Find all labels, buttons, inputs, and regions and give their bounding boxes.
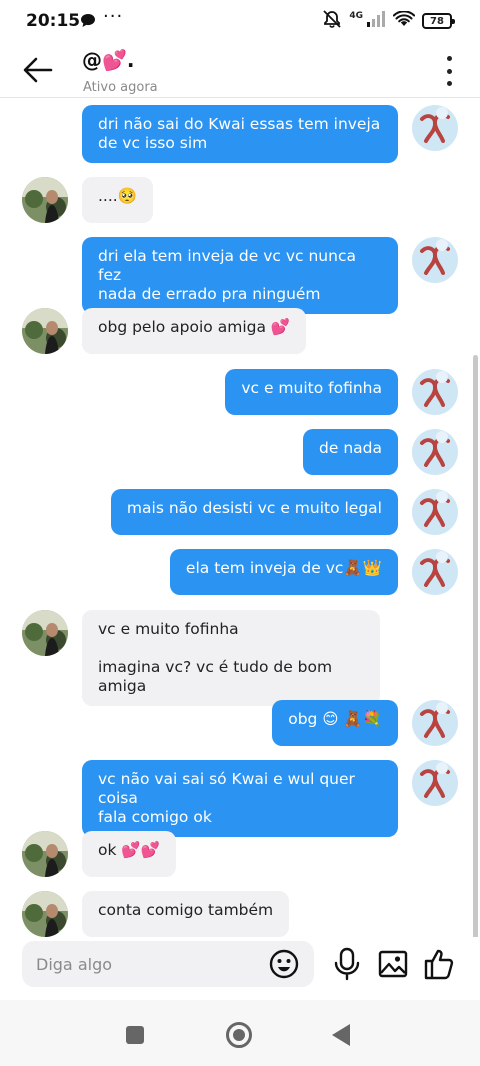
message-bubble[interactable]: vc e muito fofinha imagina vc? vc é tudo… [82,610,380,706]
microphone-icon[interactable] [330,946,364,982]
my-avatar[interactable] [412,760,458,806]
my-avatar[interactable] [412,105,458,151]
message-row: vc e muito fofinha imagina vc? vc é tudo… [0,610,480,706]
status-time: 20:15 [26,11,81,31]
message-bubble[interactable]: ....🥺 [82,177,154,223]
message-bubble[interactable]: ela tem inveja de vc🧸👑 [169,549,398,595]
contact-status: Ativo agora [83,80,158,95]
battery-indicator: 78 [422,13,455,29]
message-list[interactable]: dri não sai do Kwai essas tem inveja de … [0,99,480,937]
message-bubble[interactable]: dri ela tem inveja de vc vc nunca fez na… [82,237,398,314]
wifi-icon [392,10,416,31]
message-bubble[interactable]: vc e muito fofinha [225,369,398,415]
my-avatar[interactable] [412,700,458,746]
signal-icon [366,11,386,31]
thumbs-up-icon[interactable] [422,946,456,982]
more-vertical-icon[interactable] [444,56,454,86]
message-row: obg pelo apoio amiga 💕 [0,308,480,354]
contact-avatar[interactable] [22,891,68,937]
emoji-icon[interactable] [268,948,300,980]
contact-avatar[interactable] [22,831,68,877]
message-row: vc e muito fofinha [0,369,480,415]
message-row: ela tem inveja de vc🧸👑 [0,549,480,595]
message-row: ok 💕💕 [0,831,480,877]
recent-apps-icon[interactable] [126,1026,144,1044]
nav-back-icon[interactable] [332,1024,350,1046]
contact-name[interactable]: @💕. [82,48,135,72]
chat-header: @💕. Ativo agora [0,42,480,98]
message-row: obg 😊 🧸💐 [0,700,480,746]
my-avatar[interactable] [412,237,458,283]
message-row: de nada [0,429,480,475]
message-row: conta comigo também [0,891,480,937]
home-icon[interactable] [226,1022,252,1048]
message-bubble[interactable]: ok 💕💕 [82,831,176,877]
contact-avatar[interactable] [22,308,68,354]
message-row: ....🥺 [0,177,480,223]
message-bubble[interactable]: de nada [303,429,398,475]
message-row: dri não sai do Kwai essas tem inveja de … [0,105,480,163]
image-icon[interactable] [376,946,410,982]
contact-avatar[interactable] [22,177,68,223]
message-row: mais não desisti vc e muito legal [0,489,480,535]
my-avatar[interactable] [412,549,458,595]
message-bubble[interactable]: vc não vai sai só Kwai e wul quer coisa … [82,760,398,837]
status-bar: 20:15 ··· 4G 78 [0,0,480,42]
scrollbar[interactable] [473,355,478,937]
mute-icon [322,10,342,32]
message-bubble[interactable]: mais não desisti vc e muito legal [110,489,398,535]
network-type: 4G [349,11,363,21]
more-notifications-icon: ··· [103,6,124,27]
message-composer [22,941,314,987]
arrow-left-icon[interactable] [22,54,54,86]
my-avatar[interactable] [412,489,458,535]
message-bubble[interactable]: conta comigo também [82,891,290,937]
message-bubble[interactable]: obg 😊 🧸💐 [272,700,398,746]
my-avatar[interactable] [412,369,458,415]
message-bubble[interactable]: dri não sai do Kwai essas tem inveja de … [82,105,398,163]
system-navigation-bar [0,1000,480,1066]
message-bubble[interactable]: obg pelo apoio amiga 💕 [82,308,307,354]
my-avatar[interactable] [412,429,458,475]
chat-notification-icon [80,13,96,32]
message-row: vc não vai sai só Kwai e wul quer coisa … [0,760,480,837]
message-input[interactable] [36,941,256,987]
message-row: dri ela tem inveja de vc vc nunca fez na… [0,237,480,314]
contact-avatar[interactable] [22,610,68,656]
